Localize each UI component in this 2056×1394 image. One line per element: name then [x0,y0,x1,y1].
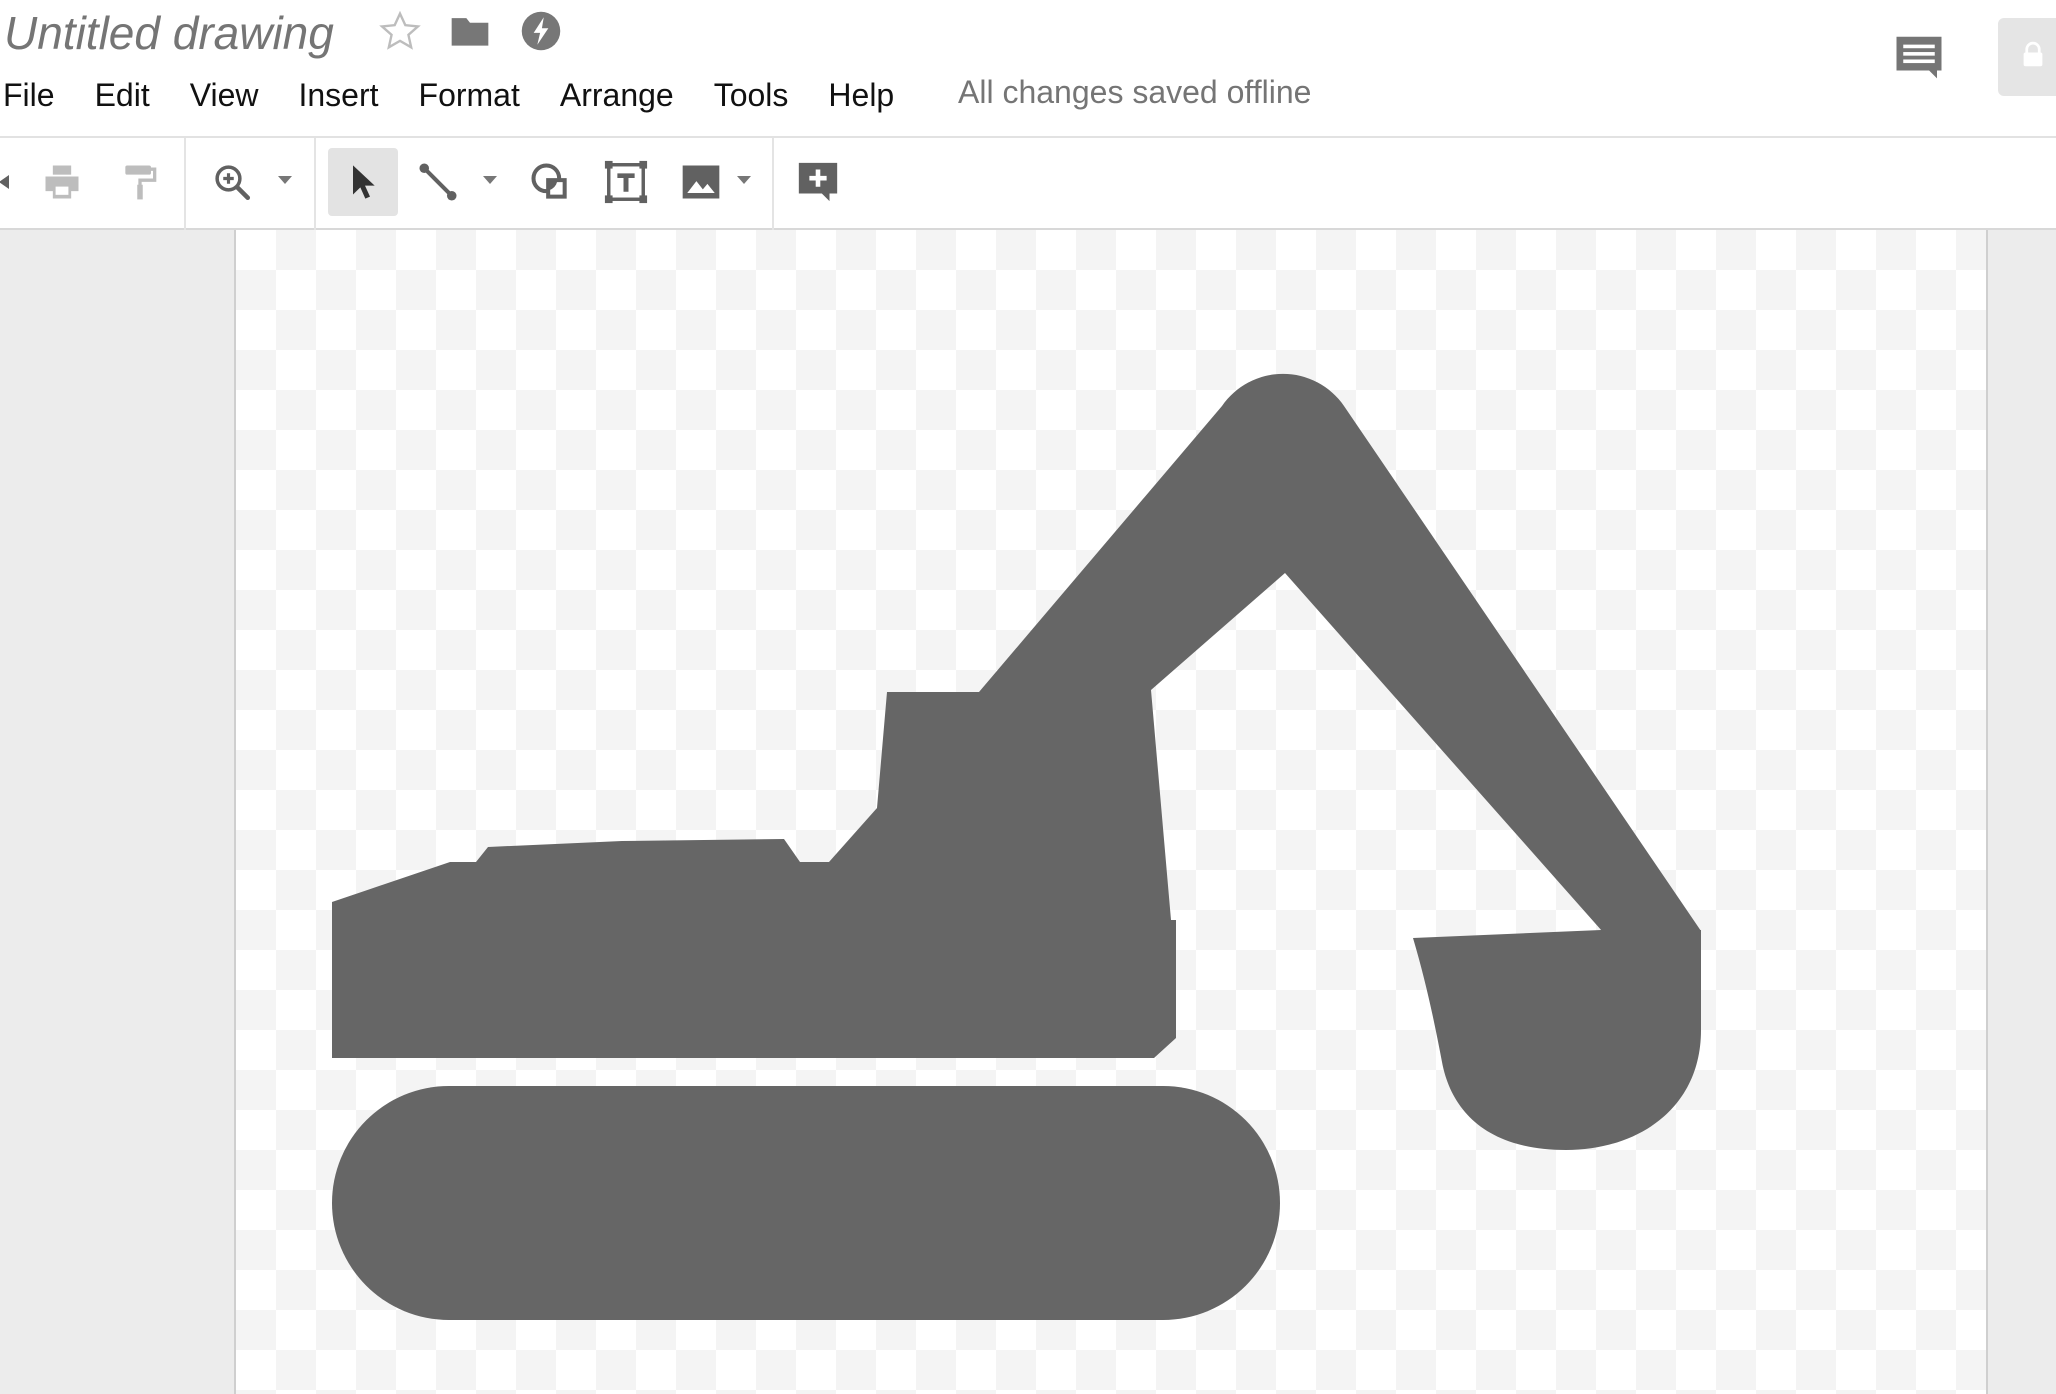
menu-arrange[interactable]: Arrange [540,70,694,120]
undo-icon[interactable] [0,148,14,216]
print-icon[interactable] [36,148,88,216]
excavator-track[interactable] [332,1086,1280,1320]
star-icon[interactable] [377,8,423,54]
toolbar-separator [314,138,316,230]
zoom-icon[interactable] [206,148,258,216]
shape-icon[interactable] [524,148,576,216]
toolbar-separator [772,138,774,230]
header-bar: Untitled drawing File Edit View Insert F… [0,0,2056,138]
share-button[interactable] [1998,18,2056,96]
image-icon[interactable] [674,148,728,216]
text-box-icon[interactable] [600,148,652,216]
select-cursor-icon[interactable] [328,148,398,216]
line-icon[interactable] [412,148,464,216]
comments-icon[interactable] [1890,28,1948,86]
toolbar [0,138,2056,230]
drawing-canvas[interactable] [234,230,1988,1394]
menu-help[interactable]: Help [808,70,914,120]
menu-bar: File Edit View Insert Format Arrange Too… [0,70,914,120]
excavator-drawing[interactable] [236,230,1986,1394]
toolbar-separator [184,138,186,230]
zoom-dropdown-arrow-icon[interactable] [278,176,292,184]
save-status[interactable]: All changes saved offline [958,68,1311,116]
lock-icon [2018,40,2048,75]
menu-format[interactable]: Format [399,70,540,120]
workspace [0,230,2056,1394]
menu-insert[interactable]: Insert [278,70,398,120]
folder-icon[interactable] [447,8,493,54]
menu-edit[interactable]: Edit [75,70,170,120]
menu-view[interactable]: View [170,70,279,120]
line-dropdown-arrow-icon[interactable] [483,176,497,184]
excavator-bucket[interactable] [1413,930,1701,1150]
comment-add-icon[interactable] [792,148,844,216]
menu-tools[interactable]: Tools [694,70,809,120]
image-dropdown-arrow-icon[interactable] [737,176,751,184]
paint-format-icon[interactable] [114,148,166,216]
offline-bolt-icon[interactable] [518,8,564,54]
document-title[interactable]: Untitled drawing [4,4,334,62]
menu-file[interactable]: File [0,70,75,120]
